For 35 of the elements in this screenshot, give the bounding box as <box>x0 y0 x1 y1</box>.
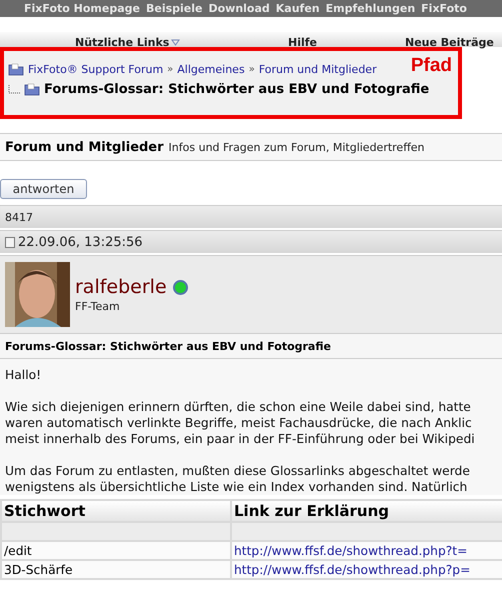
post-date: 22.09.06, 13:25:56 <box>18 234 143 250</box>
post-count: 8417 <box>5 210 33 224</box>
user-role: FF-Team <box>75 300 121 313</box>
tree-line-icon <box>8 84 20 94</box>
folder-icon <box>24 83 40 96</box>
path-label: Pfad <box>410 55 452 77</box>
reply-button[interactable]: antworten <box>0 179 87 199</box>
nav-link[interactable]: FixFoto Homepage <box>24 2 140 15</box>
column-header: Stichwort <box>2 501 230 521</box>
post-paragraph: Um das Forum zu entlasten, mußten diese Glossarlinks abgeschaltet werde wenigstens als übersichtliche Liste wie ein Index vorhanden sind. Natürlich <box>5 463 471 495</box>
column-header: Link zur Erklärung <box>232 501 502 521</box>
breadcrumb-link[interactable]: Allgemeines <box>177 63 245 76</box>
menu-item[interactable]: Hilfe <box>288 36 317 49</box>
document-icon <box>5 236 15 248</box>
breadcrumb-separator: » <box>248 64 255 75</box>
menu-item[interactable]: Neue Beiträge <box>405 36 494 49</box>
post-title: Forums-Glossar: Stichwörter aus EBV und Fotografie <box>0 333 502 359</box>
username[interactable]: ralfeberle <box>75 276 167 298</box>
nav-link[interactable]: Download <box>208 2 270 15</box>
forum-title: Forum und Mitglieder <box>5 140 164 154</box>
thread-title: Forums-Glossar: Stichwörter aus EBV und Fotografie <box>44 82 430 97</box>
nav-link[interactable]: Empfehlungen <box>326 2 416 15</box>
term-cell: 3D-Schärfe <box>2 561 230 578</box>
term-cell: /edit <box>2 542 230 559</box>
post-paragraph: Wie sich diejenigen erinnern dürften, die schon eine Weile dabei sind, hatte waren automatisch verlinkte Begriffe, meist Fachausdrücke, die nach Anklic meist innerhalb des Forums, ein paar in der FF-Einführung oder bei Wikipedi <box>5 399 476 447</box>
nav-link[interactable]: FixFoto <box>421 2 467 15</box>
nav-link[interactable]: Kaufen <box>276 2 320 15</box>
forum-description: Infos und Fragen zum Forum, Mitgliedertreffen <box>168 140 425 154</box>
breadcrumb-separator: » <box>167 64 174 75</box>
nav-link[interactable]: Beispiele <box>146 2 202 15</box>
breadcrumb-link[interactable]: FixFoto® Support Forum <box>28 63 164 76</box>
menu-item[interactable]: Nützliche Links <box>75 36 180 49</box>
post-paragraph: Hallo! <box>5 367 42 383</box>
folder-icon <box>8 63 24 76</box>
breadcrumb-link[interactable]: Forum und Mitglieder <box>258 63 377 76</box>
